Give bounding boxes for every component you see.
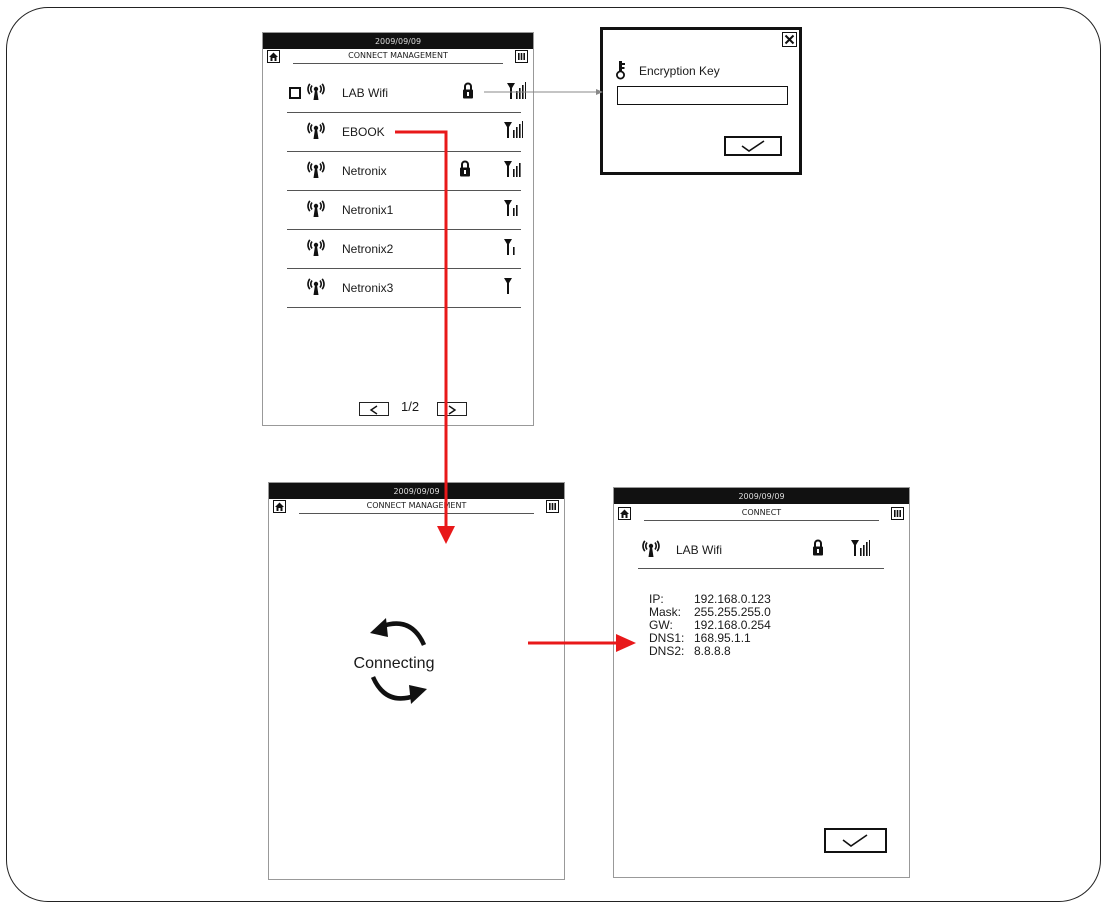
key-icon: [616, 61, 625, 80]
network-checkbox[interactable]: [289, 87, 301, 99]
close-button[interactable]: [782, 32, 797, 47]
encryption-key-label: Encryption Key: [639, 64, 720, 78]
title-underline: [299, 513, 534, 514]
network-list-screen: 2009/09/09 CONNECT MANAGEMENT LAB Wifi EB…: [262, 32, 534, 426]
confirm-button[interactable]: [724, 136, 782, 156]
chevron-right-icon: [448, 405, 457, 415]
connecting-status-text: Connecting: [353, 655, 435, 672]
encryption-key-dialog: Encryption Key: [600, 27, 802, 175]
battery-icon: [891, 507, 904, 520]
connecting-screen: 2009/09/09 CONNECT MANAGEMENT Connecting: [268, 482, 565, 880]
ip-info-block: IP: 192.168.0.123 Mask: 255.255.255.0 GW: 192…: [649, 592, 771, 658]
network-list-item[interactable]: Netronix2: [287, 229, 521, 269]
ip-info-value: 255.255.255.0: [694, 605, 771, 619]
checkmark-icon: [842, 834, 868, 847]
page-title: CONNECT MANAGEMENT: [348, 51, 448, 60]
network-list-item[interactable]: Netronix1: [287, 190, 521, 230]
ip-info-key: Mask:: [649, 605, 682, 619]
lock-icon: [462, 82, 474, 99]
page-title: CONNECT MANAGEMENT: [366, 501, 467, 510]
network-name: Netronix1: [342, 203, 394, 217]
screen-title-row: CONNECT MANAGEMENT: [269, 499, 564, 517]
checkmark-icon: [741, 140, 765, 152]
battery-icon: [546, 500, 559, 513]
network-name: Netronix2: [342, 242, 394, 256]
antenna-icon: [642, 540, 660, 558]
lock-icon: [459, 160, 471, 177]
connected-network-row: LAB Wifi: [638, 530, 884, 569]
network-name: Netronix3: [342, 281, 394, 295]
title-underline: [644, 520, 879, 521]
ip-info-key: DNS2:: [649, 644, 685, 658]
screen-title-row: CONNECT: [614, 506, 909, 524]
screen-title-row: CONNECT MANAGEMENT: [263, 49, 533, 67]
network-name: LAB Wifi: [676, 543, 723, 557]
ip-info-line: GW: 192.168.0.254: [649, 618, 771, 632]
ip-info-value: 192.168.0.254: [694, 618, 771, 632]
antenna-icon: [307, 239, 325, 257]
ip-info-line: DNS2: 8.8.8.8: [649, 644, 771, 658]
encryption-key-input[interactable]: [617, 86, 788, 105]
confirm-button[interactable]: [824, 828, 887, 853]
network-name: EBOOK: [342, 125, 385, 139]
next-page-button[interactable]: [437, 402, 467, 416]
signal-strength-icon: [851, 540, 870, 556]
prev-page-button[interactable]: [359, 402, 389, 416]
antenna-icon: [307, 83, 325, 101]
ip-info-key: DNS1:: [649, 631, 685, 645]
status-bar-date: 2009/09/09: [263, 33, 533, 49]
network-list-item[interactable]: Netronix: [287, 151, 521, 191]
page-title: CONNECT: [741, 508, 782, 517]
network-list-item[interactable]: Netronix3: [287, 268, 521, 308]
ip-info-value: 192.168.0.123: [694, 592, 771, 606]
refresh-arrow-top-icon: [370, 618, 427, 646]
close-icon: [784, 34, 795, 45]
signal-strength-icon: [504, 239, 515, 255]
signal-strength-icon: [507, 82, 526, 99]
title-underline: [293, 63, 503, 64]
antenna-icon: [307, 200, 325, 218]
network-name: LAB Wifi: [342, 86, 389, 100]
connection-result-screen: 2009/09/09 CONNECT LAB Wifi IP: 192.168.0…: [613, 487, 910, 878]
ip-info-line: DNS1: 168.95.1.1: [649, 631, 771, 645]
ip-info-line: IP: 192.168.0.123: [649, 592, 771, 606]
signal-strength-icon: [504, 161, 521, 177]
chevron-left-icon: [369, 405, 378, 415]
ip-info-line: Mask: 255.255.255.0: [649, 605, 771, 619]
ip-info-value: 8.8.8.8: [694, 644, 731, 658]
network-name: Netronix: [342, 164, 387, 178]
network-list-item[interactable]: LAB Wifi: [287, 73, 526, 113]
signal-strength-icon: [504, 121, 523, 138]
page-indicator: 1/2: [401, 399, 420, 414]
network-list-item[interactable]: EBOOK: [287, 112, 523, 152]
ip-info-key: IP:: [649, 592, 664, 606]
status-bar-date: 2009/09/09: [269, 483, 564, 499]
antenna-icon: [307, 122, 325, 140]
refresh-arrow-bottom-icon: [370, 676, 427, 704]
status-bar-date: 2009/09/09: [614, 488, 909, 504]
ip-info-value: 168.95.1.1: [694, 631, 751, 645]
battery-icon: [515, 50, 528, 63]
signal-strength-icon: [504, 200, 518, 216]
signal-strength-icon: [504, 278, 512, 294]
antenna-icon: [307, 278, 325, 296]
lock-icon: [812, 539, 824, 556]
antenna-icon: [307, 161, 325, 179]
ip-info-key: GW:: [649, 618, 673, 632]
